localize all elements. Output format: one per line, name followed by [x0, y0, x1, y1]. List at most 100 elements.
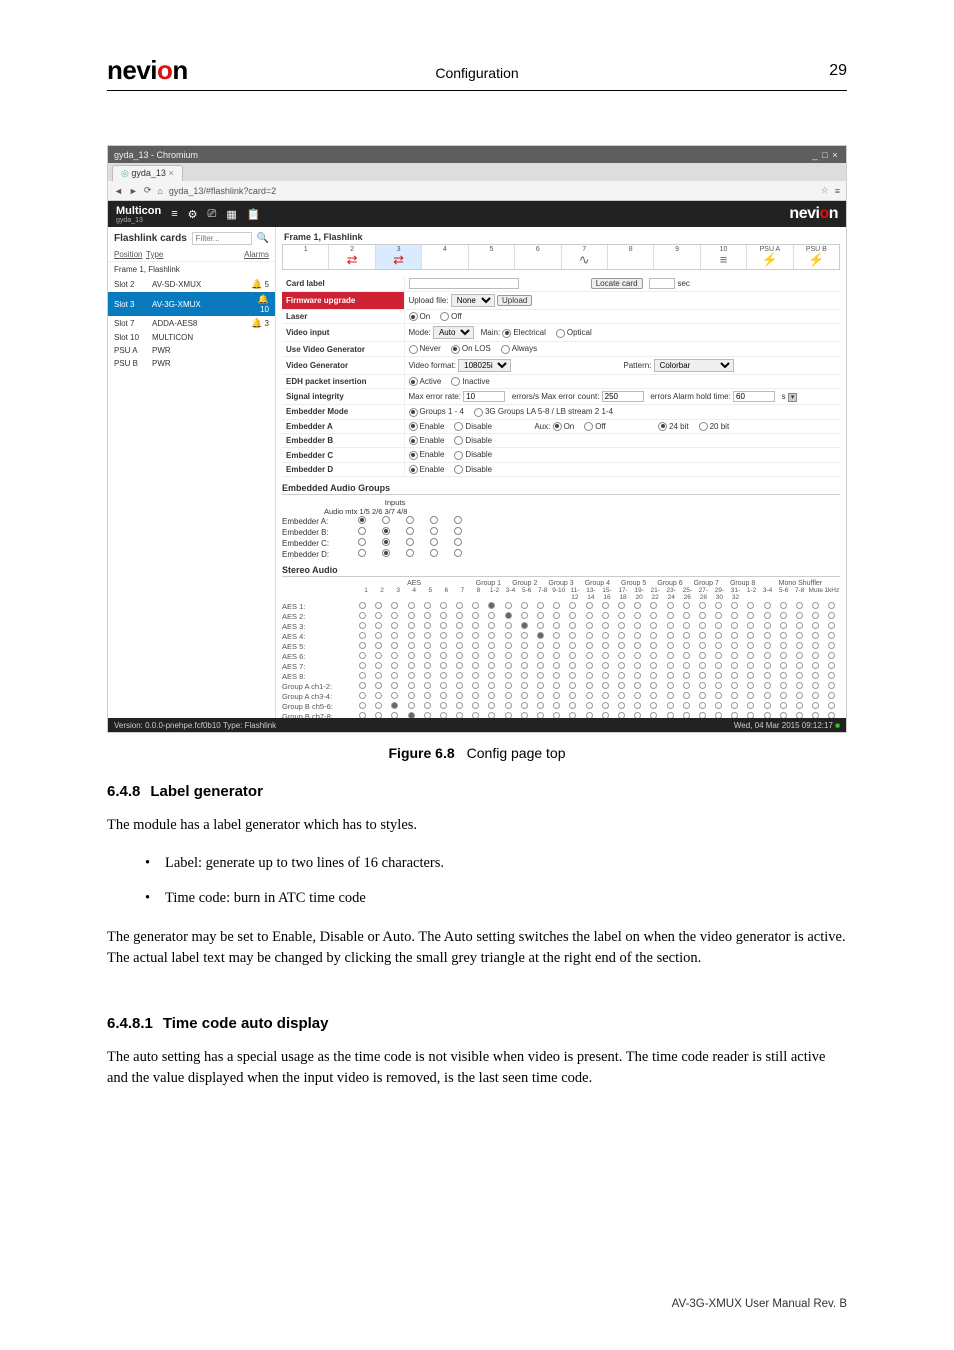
slot-cell[interactable]: 10≡	[701, 245, 747, 269]
cfg-controls[interactable]: Max error rate: errors/s Max error count…	[404, 389, 840, 405]
browser-tabs: ◎ gyda_13 ×	[108, 163, 846, 181]
settings-icon[interactable]: ⚙	[188, 208, 198, 221]
cfg-controls[interactable]: NeverOn LOSAlways	[404, 342, 840, 356]
sidebar-frame: Frame 1, Flashlink	[108, 262, 275, 277]
slot-cell[interactable]: 3⇄	[376, 245, 422, 269]
slot-cell[interactable]: 9	[654, 245, 700, 269]
cfg-label: Embedder C	[282, 448, 404, 462]
home-icon[interactable]: ⌂	[157, 186, 162, 196]
cfg-controls[interactable]: Video format: 108025i Pattern: Colorbar	[404, 356, 840, 374]
slot-cell[interactable]: 1	[283, 245, 329, 269]
cfg-label: Video Generator	[282, 356, 404, 374]
max-error-rate[interactable]	[463, 391, 505, 402]
slot-cell[interactable]: 5	[469, 245, 515, 269]
slot-cell[interactable]: 2⇄	[329, 245, 375, 269]
app-brand: nevion	[789, 205, 838, 223]
slot-strip: 12⇄3⇄4567∿8910≡PSU A⚡PSU B⚡	[282, 244, 840, 270]
cfg-label: Embedder Mode	[282, 405, 404, 419]
screenshot: gyda_13 - Chromium _□× ◎ gyda_13 × ◄ ► ⟳…	[107, 145, 847, 733]
figure-caption: Figure 6.8Config page top	[389, 745, 566, 761]
max-icon[interactable]: □	[820, 150, 830, 160]
menu-bars-icon[interactable]: ≡	[171, 208, 177, 221]
cfg-label: Embedder A	[282, 419, 404, 433]
cfg-label: EDH packet insertion	[282, 374, 404, 388]
para-2: The generator may be set to Enable, Disa…	[107, 927, 847, 969]
video-format[interactable]: 108025i	[458, 359, 511, 372]
bookmark-icon[interactable]: ☆	[821, 185, 829, 196]
sidebar-row[interactable]: Slot 2AV-SD-XMUX🔔 5	[108, 277, 275, 292]
grid-icon[interactable]: ▦	[226, 208, 236, 221]
search-icon[interactable]: 🔍	[257, 233, 269, 244]
clipboard-icon[interactable]: 📋	[247, 208, 261, 221]
bullet-1: Label: generate up to two lines of 16 ch…	[165, 855, 847, 872]
cfg-controls[interactable]: EnableDisable Aux: OnOff 24 bit20 bit	[404, 419, 840, 433]
browser-tab[interactable]: ◎ gyda_13 ×	[112, 165, 183, 181]
menu-icon[interactable]: ≡	[835, 186, 840, 196]
cfg-controls[interactable]: Upload file: None Upload	[404, 292, 840, 310]
close-icon[interactable]: ×	[830, 150, 840, 160]
slot-cell[interactable]: 8	[608, 245, 654, 269]
app-topbar: Multicon gyda_13 ≡ ⚙ ⎚ ▦ 📋 nevion	[108, 201, 846, 227]
sidebar-columns: PositionTypeAlarms	[108, 248, 275, 262]
sidebar-row[interactable]: PSU BPWR	[108, 357, 275, 370]
slot-cell[interactable]: PSU A⚡	[747, 245, 793, 269]
para-1: The module has a label generator which h…	[107, 815, 847, 836]
upload-button[interactable]: Upload	[497, 295, 532, 306]
cfg-controls[interactable]: OnOff	[404, 310, 840, 324]
slot-cell[interactable]: 7∿	[562, 245, 608, 269]
cfg-controls[interactable]: EnableDisable	[404, 433, 840, 447]
sidebar-row[interactable]: PSU APWR	[108, 344, 275, 357]
sidebar-row[interactable]: Slot 3AV-3G-XMUX🔔 10	[108, 292, 275, 316]
nav-fwd-icon[interactable]: ►	[129, 186, 138, 196]
para-3: The auto setting has a special usage as …	[107, 1047, 847, 1089]
stereo-audio-grid: AESGroup 1Group 2Group 3Group 4Group 5Gr…	[282, 580, 840, 718]
cfg-controls[interactable]: ActiveInactive	[404, 374, 840, 388]
embedded-groups-grid: Inputs Audio mtx 1/5 2/6 3/7 4/8 Embedde…	[282, 498, 840, 559]
reload-icon[interactable]: ⟳	[144, 185, 152, 196]
cfg-controls[interactable]: Locate card sec	[404, 276, 840, 292]
section-648: 6.4.8Label generator	[107, 783, 263, 800]
page-number: 29	[829, 62, 847, 80]
cfg-controls[interactable]: EnableDisable	[404, 448, 840, 462]
cfg-label: Firmware upgrade	[282, 292, 404, 310]
locate-sec-input[interactable]	[649, 278, 675, 289]
upload-file-select[interactable]: None	[451, 294, 495, 307]
nav-back-icon[interactable]: ◄	[114, 186, 123, 196]
url-text[interactable]: gyda_13/#flashlink?card=2	[169, 186, 276, 196]
cfg-controls[interactable]: Groups 1 - 43G Groups LA 5-8 / LB stream…	[404, 405, 840, 419]
cfg-label: Embedder D	[282, 462, 404, 476]
stereo-audio-title: Stereo Audio	[282, 565, 840, 577]
card-label-input[interactable]	[409, 278, 519, 289]
cfg-controls[interactable]: Mode: Auto Main: ElectricalOptical	[404, 324, 840, 342]
window-title-bar: gyda_13 - Chromium _□×	[108, 146, 846, 163]
pattern-select[interactable]: Colorbar	[654, 359, 734, 372]
cfg-controls[interactable]: EnableDisable	[404, 462, 840, 476]
app-footer: Version: 0.0.0-pnehpe.fcf0b10 Type: Flas…	[108, 718, 846, 732]
browser-toolbar: ◄ ► ⟳ ⌂ gyda_13/#flashlink?card=2 ☆ ≡	[108, 181, 846, 201]
sliders-icon[interactable]: ⎚	[208, 208, 217, 221]
slot-cell[interactable]: 6	[515, 245, 561, 269]
sidebar-filter[interactable]	[192, 232, 252, 245]
footer-text: AV-3G-XMUX User Manual Rev. B	[672, 1298, 847, 1310]
sidebar-row[interactable]: Slot 10MULTICON	[108, 331, 275, 344]
section-6481: 6.4.8.1Time code auto display	[107, 1015, 328, 1032]
locate-card-button[interactable]: Locate card	[591, 278, 643, 289]
sidebar-row[interactable]: Slot 7ADDA-AES8🔔 3	[108, 316, 275, 331]
cfg-label: Signal integrity	[282, 389, 404, 405]
slot-cell[interactable]: PSU B⚡	[794, 245, 839, 269]
cfg-label: Video input	[282, 324, 404, 342]
alarm-hold[interactable]	[733, 391, 775, 402]
slot-cell[interactable]: 4	[422, 245, 468, 269]
min-icon[interactable]: _	[810, 150, 820, 160]
cfg-label: Card label	[282, 276, 404, 292]
header-rule	[107, 90, 847, 91]
embedded-groups-title: Embedded Audio Groups	[282, 483, 840, 495]
cfg-label: Laser	[282, 310, 404, 324]
bullet-2: Time code: burn in ATC time code	[165, 890, 847, 907]
cfg-label: Use Video Generator	[282, 342, 404, 356]
main-panel: Frame 1, Flashlink 12⇄3⇄4567∿8910≡PSU A⚡…	[276, 227, 846, 718]
video-input-mode[interactable]: Auto	[433, 326, 474, 339]
config-table: Card label Locate card secFirmware upgra…	[282, 276, 840, 477]
app-name: Multicon	[116, 205, 161, 217]
max-error-count[interactable]	[602, 391, 644, 402]
